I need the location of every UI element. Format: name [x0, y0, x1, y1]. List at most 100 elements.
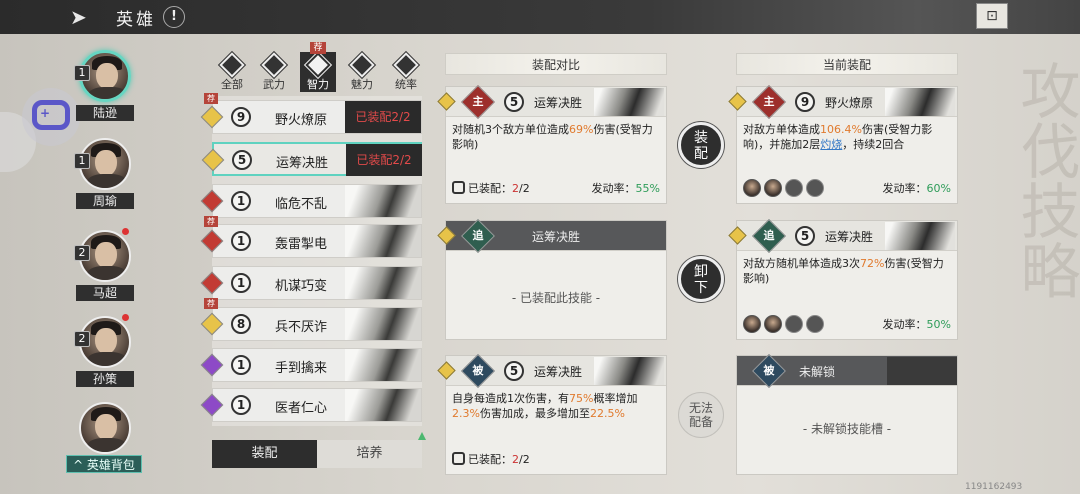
hero-slot-2[interactable]: 1 周瑜: [70, 138, 140, 209]
lock-icon: [887, 357, 957, 385]
watermark-title: 攻伐技略: [1010, 60, 1080, 300]
burn-link[interactable]: 灼烧: [820, 138, 842, 151]
skill-level: 5: [232, 150, 252, 170]
hero-bag-button[interactable]: ^ 英雄背包: [66, 455, 142, 473]
watermark-id: 1191162493: [965, 482, 1023, 492]
locked-slot-text: - 未解锁技能槽 -: [802, 422, 892, 436]
tab-intelligence[interactable]: 智力: [300, 50, 336, 92]
current-main-skill-card[interactable]: 主 9 野火燎原 对敌方单体造成106.4%伤害(受智力影响)，并施加2层灼烧，…: [728, 85, 958, 204]
skill-level: 5: [795, 226, 815, 246]
skill-name: 手到擒来: [275, 361, 328, 376]
skill-art: [345, 225, 421, 257]
tab-command[interactable]: 统率: [388, 50, 424, 92]
hero-name: 周瑜: [76, 193, 134, 209]
skill-row[interactable]: 1 手到擒来: [200, 348, 422, 382]
gallery-button[interactable]: ⊡: [976, 3, 1008, 29]
skill-row[interactable]: 1 医者仁心: [200, 388, 422, 422]
skill-name: 医者仁心: [275, 401, 328, 416]
skill-art: [345, 267, 421, 299]
tab-all[interactable]: 全部: [214, 50, 250, 92]
recommend-tag: 荐: [204, 298, 218, 309]
hero-slot-4[interactable]: 2 孙策: [70, 314, 140, 387]
notification-dot: [122, 228, 129, 235]
equipped-status: 已装配2/2: [346, 144, 422, 176]
skill-level: 1: [231, 231, 251, 251]
skill-row[interactable]: 1 轰雷掣电: [200, 224, 422, 258]
hero-avatar-icon: [764, 179, 782, 197]
hero-level-badge: 1: [74, 153, 90, 169]
cannot-equip-button: 无法 配备: [678, 392, 724, 438]
locked-label: 未解锁: [799, 365, 836, 379]
hero-level-badge: 2: [74, 331, 90, 347]
skill-name: 轰雷掣电: [275, 237, 328, 252]
tab-charm[interactable]: 魅力: [344, 50, 380, 92]
skill-name: 临危不乱: [275, 197, 328, 212]
command-icon: [391, 50, 421, 80]
hero-avatar-icon: [743, 179, 761, 197]
skill-art: [594, 88, 664, 116]
equip-tab-button[interactable]: 装配: [212, 440, 317, 468]
card-footer: 已装配：2/2: [452, 450, 660, 470]
red-quality-icon: [200, 229, 224, 253]
skill-name: 运筹决胜: [532, 230, 581, 244]
skill-level: 1: [231, 273, 251, 293]
tab-label: 智力: [307, 78, 329, 91]
red-quality-icon: [200, 189, 224, 213]
skill-row[interactable]: 1 机谋巧变: [200, 266, 422, 300]
skill-level: 5: [504, 92, 524, 112]
skill-level: 1: [231, 355, 251, 375]
hero-slot-3[interactable]: 2 马超: [70, 228, 140, 301]
notification-dot: [122, 314, 129, 321]
skill-level: 9: [795, 92, 815, 112]
purple-quality-icon: [200, 393, 224, 417]
card-footer: 发动率：50%: [743, 315, 951, 335]
recommend-tag: 荐: [204, 93, 218, 104]
skill-art: [345, 308, 421, 340]
force-icon: [259, 50, 289, 80]
skill-row[interactable]: 5 运筹决胜 已装配2/2: [201, 142, 422, 176]
hero-slot-5[interactable]: [70, 402, 140, 454]
hero-level-badge: 1: [74, 65, 90, 81]
gold-quality-icon: [200, 105, 224, 129]
empty-slot-icon: [806, 315, 824, 333]
compare-header: 装配对比: [445, 53, 667, 75]
skill-name: 野火燎原: [275, 113, 328, 128]
skill-row[interactable]: 1 临危不乱: [200, 184, 422, 218]
compare-main-skill-card[interactable]: 主 5 运筹决胜 对随机3个敌方单位造成69%伤害(受智力影响) 已装配：2/2…: [437, 85, 667, 204]
tab-force[interactable]: 武力: [256, 50, 292, 92]
tab-label: 武力: [263, 78, 285, 91]
skill-name: 野火燎原: [825, 96, 874, 110]
train-tab-button[interactable]: 培养: [317, 440, 422, 468]
equip-action-button[interactable]: 装 配: [678, 122, 724, 168]
unequip-action-button[interactable]: 卸 下: [678, 256, 724, 302]
card-footer: 发动率：60%: [743, 179, 951, 199]
gold-quality-icon: [200, 312, 224, 336]
skill-level: 9: [231, 107, 251, 127]
compare-passive-skill-card[interactable]: 被 5 运筹决胜 自身每造成1次伤害，有75%概率增加2.3%伤害加成，最多增加…: [437, 354, 667, 475]
skill-art: [345, 349, 421, 381]
empty-slot-icon: [785, 179, 803, 197]
skill-description: 对敌方随机单体造成3次72%伤害(受智力影响): [743, 257, 944, 285]
card-footer: 已装配：2/2 发动率：55%: [452, 179, 660, 199]
skill-list: 9 野火燎原 已装配2/2 荐 5 运筹决胜 已装配2/2 1 临危不乱 1 轰…: [200, 93, 422, 426]
equipped-status: 已装配2/2: [345, 101, 421, 133]
empty-slot-icon: [806, 179, 824, 197]
skill-row[interactable]: 9 野火燎原 已装配2/2: [200, 100, 422, 134]
hero-avatar: [79, 402, 131, 454]
hero-avatar-icon: [764, 315, 782, 333]
skill-row[interactable]: 8 兵不厌诈: [200, 307, 422, 341]
hero-slot-1[interactable]: 1 陆逊: [70, 50, 140, 121]
gold-quality-icon: [201, 148, 225, 172]
skill-art: [345, 389, 421, 421]
skill-art: [594, 357, 664, 385]
intelligence-icon: [303, 50, 333, 80]
hero-name: 陆逊: [76, 105, 134, 121]
compare-follow-skill-card[interactable]: 追 运筹决胜 - 已装配此技能 -: [437, 219, 667, 340]
skill-art: [885, 88, 955, 116]
gamepad-dpad-icon: +: [40, 106, 51, 120]
hero-name: 马超: [76, 285, 134, 301]
tab-label: 魅力: [351, 78, 373, 91]
current-follow-skill-card[interactable]: 追 5 运筹决胜 对敌方随机单体造成3次72%伤害(受智力影响) 发动率：50%: [728, 219, 958, 340]
empty-slot-icon: [785, 315, 803, 333]
back-icon[interactable]: ➤: [70, 5, 104, 29]
